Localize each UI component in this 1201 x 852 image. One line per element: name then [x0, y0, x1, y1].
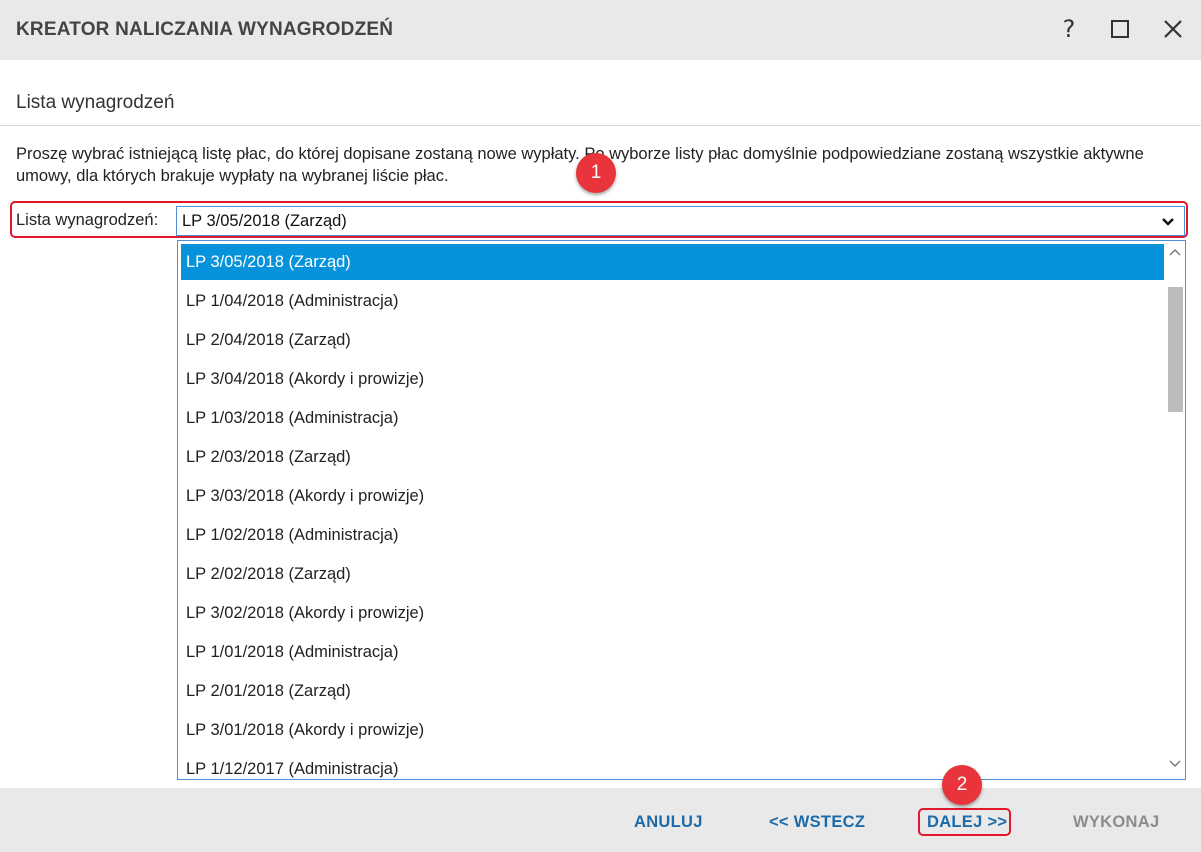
dropdown-item[interactable]: LP 2/04/2018 (Zarząd) [181, 322, 1164, 358]
step-marker-2: 2 [942, 765, 982, 805]
chevron-down-icon [1169, 760, 1181, 767]
back-button[interactable]: << WSTECZ [769, 813, 865, 832]
scroll-down-button[interactable] [1167, 755, 1183, 771]
cancel-button[interactable]: ANULUJ [634, 813, 703, 832]
payroll-list-label: Lista wynagrodzeń: [16, 211, 159, 229]
maximize-icon [1111, 20, 1129, 38]
payroll-list-select[interactable]: LP 3/05/2018 (Zarząd) [176, 206, 1185, 236]
title-bar: KREATOR NALICZANIA WYNAGRODZEŃ ? [0, 0, 1201, 60]
scrollbar[interactable] [1165, 241, 1185, 779]
dropdown-item[interactable]: LP 2/01/2018 (Zarząd) [181, 673, 1164, 709]
maximize-button[interactable] [1103, 12, 1137, 46]
help-button[interactable]: ? [1052, 12, 1086, 46]
section-divider [0, 125, 1201, 126]
dropdown-item[interactable]: LP 3/05/2018 (Zarząd) [181, 244, 1164, 280]
scroll-up-button[interactable] [1167, 245, 1183, 261]
dropdown-item[interactable]: LP 1/01/2018 (Administracja) [181, 634, 1164, 670]
dropdown-item[interactable]: LP 3/04/2018 (Akordy i prowizje) [181, 361, 1164, 397]
chevron-down-icon [1162, 218, 1174, 226]
payroll-list-dropdown[interactable]: LP 3/05/2018 (Zarząd) LP 1/04/2018 (Admin… [177, 240, 1186, 780]
close-button[interactable] [1156, 12, 1190, 46]
dropdown-item[interactable]: LP 2/02/2018 (Zarząd) [181, 556, 1164, 592]
close-icon [1164, 20, 1182, 38]
payroll-list-selected-value: LP 3/05/2018 (Zarząd) [182, 212, 347, 230]
dropdown-item[interactable]: LP 1/12/2017 (Administracja) [181, 751, 1164, 779]
dropdown-item[interactable]: LP 3/03/2018 (Akordy i prowizje) [181, 478, 1164, 514]
scrollbar-thumb[interactable] [1168, 287, 1183, 412]
dropdown-item[interactable]: LP 1/02/2018 (Administracja) [181, 517, 1164, 553]
dropdown-item[interactable]: LP 3/02/2018 (Akordy i prowizje) [181, 595, 1164, 631]
step-marker-1: 1 [576, 153, 616, 193]
dropdown-item[interactable]: LP 1/03/2018 (Administracja) [181, 400, 1164, 436]
next-button[interactable]: DALEJ >> [927, 813, 1007, 832]
dropdown-item[interactable]: LP 3/01/2018 (Akordy i prowizje) [181, 712, 1164, 748]
execute-button[interactable]: WYKONAJ [1073, 813, 1159, 832]
chevron-up-icon [1169, 249, 1181, 256]
window-title: KREATOR NALICZANIA WYNAGRODZEŃ [16, 19, 394, 40]
dropdown-item[interactable]: LP 2/03/2018 (Zarząd) [181, 439, 1164, 475]
dropdown-item[interactable]: LP 1/04/2018 (Administracja) [181, 283, 1164, 319]
footer-bar [0, 788, 1201, 852]
section-title: Lista wynagrodzeń [16, 92, 175, 113]
